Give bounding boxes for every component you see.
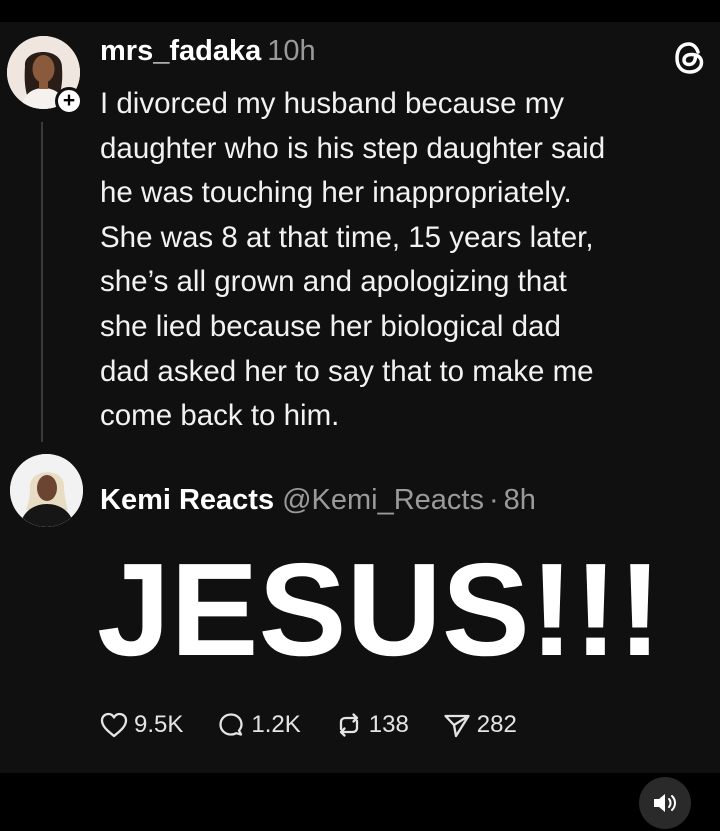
- reply-count: 1.2K: [251, 711, 301, 738]
- like-count: 9.5K: [134, 711, 184, 738]
- like-button[interactable]: 9.5K: [98, 709, 183, 741]
- repost-arrows-icon: [339, 713, 358, 737]
- reply-button[interactable]: 1.2K: [215, 709, 301, 741]
- heart-icon: [100, 712, 128, 738]
- thread-connector-line: [41, 122, 43, 442]
- follow-plus-icon[interactable]: +: [55, 87, 83, 115]
- post-line: She was 8 at that time, 15 years later,: [100, 220, 594, 254]
- quote-header[interactable]: Kemi Reacts @Kemi_Reacts · 8h: [100, 484, 536, 517]
- avatar-kemi-reacts[interactable]: [10, 454, 83, 527]
- post-body: I divorced my husband because my daughte…: [100, 82, 700, 439]
- comment-bubble-icon: [219, 713, 244, 736]
- action-bar: 9.5K 1.2K 138 282: [98, 703, 549, 747]
- post-time: 10h: [267, 35, 316, 67]
- quote-author-name[interactable]: Kemi Reacts: [100, 484, 274, 516]
- separator-dot: ·: [489, 484, 499, 516]
- send-paper-plane-icon: [444, 714, 470, 738]
- quote-time: 8h: [503, 484, 536, 516]
- share-button[interactable]: 282: [441, 709, 517, 741]
- username[interactable]: mrs_fadaka: [100, 35, 261, 67]
- post-line: she’s all grown and apologizing that: [100, 265, 567, 299]
- post-line: he was touching her inappropriately.: [100, 176, 572, 210]
- post-line: she lied because her biological dad: [100, 309, 561, 343]
- post-line: come back to him.: [100, 399, 340, 433]
- speaker-icon: [654, 794, 676, 812]
- repost-button[interactable]: 138: [333, 709, 409, 741]
- post-line: I divorced my husband because my: [100, 87, 565, 120]
- quote-body: JESUS!!!: [97, 536, 662, 683]
- post-author[interactable]: mrs_fadaka 10h: [100, 35, 316, 68]
- post-line: daughter who is his step daughter said: [100, 131, 606, 165]
- quote-author-handle[interactable]: @Kemi_Reacts: [282, 484, 484, 516]
- repost-count: 138: [368, 711, 409, 738]
- sound-toggle-button[interactable]: [639, 777, 691, 829]
- avatar-portrait: [10, 454, 83, 527]
- post-line: dad asked her to say that to make me: [100, 354, 594, 388]
- share-count: 282: [476, 711, 517, 738]
- threads-logo-icon[interactable]: [673, 40, 707, 76]
